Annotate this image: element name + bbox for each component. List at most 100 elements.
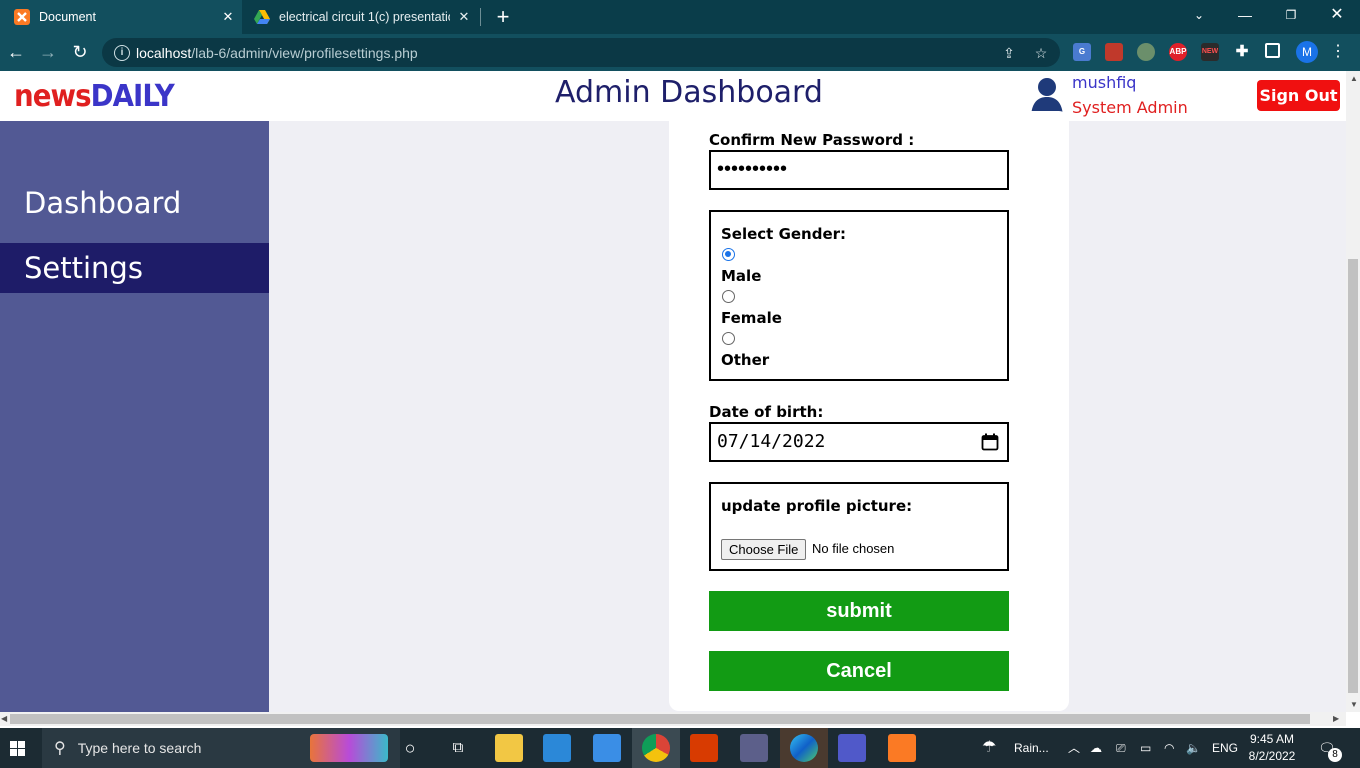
address-bar[interactable]: i localhost/lab-6/admin/view/profilesett… [102, 38, 1060, 67]
sign-out-button[interactable]: Sign Out [1257, 80, 1340, 111]
close-tab-icon[interactable]: ✕ [450, 9, 478, 25]
clock-time: 9:45 AM [1249, 732, 1295, 746]
weather-icon[interactable]: ☂ [982, 728, 996, 768]
confirm-password-field[interactable]: •••••••••• [709, 150, 1009, 190]
calendar-icon[interactable] [981, 433, 999, 451]
share-icon[interactable]: ⇪ [1000, 45, 1018, 61]
gender-radio-male[interactable] [722, 248, 735, 261]
chrome-icon[interactable] [642, 734, 670, 762]
cancel-button[interactable]: Cancel [709, 651, 1009, 691]
search-placeholder: Type here to search [77, 740, 202, 756]
app-icon[interactable] [740, 734, 768, 762]
scroll-down-icon[interactable]: ▼ [1350, 700, 1358, 709]
dob-value: 07/14/2022 [717, 431, 826, 452]
scroll-up-icon[interactable]: ▲ [1350, 74, 1358, 83]
restore-icon[interactable]: ❐ [1268, 0, 1314, 34]
new-tab-icon[interactable]: + [492, 4, 514, 30]
search-highlight-icon [310, 734, 388, 762]
gender-radio-female[interactable] [722, 290, 735, 303]
gender-label: Select Gender: [721, 225, 847, 243]
weather-text[interactable]: Rain... [1014, 728, 1049, 768]
mail-icon[interactable] [593, 734, 621, 762]
windows-start-icon[interactable] [0, 728, 36, 768]
sidebar-item-settings[interactable]: Settings [0, 243, 269, 293]
tab-presentation[interactable]: electrical circuit 1(c) presentation ✕ [242, 0, 478, 34]
notification-count: 8 [1328, 748, 1342, 762]
site-logo[interactable]: newsDAILY [14, 79, 175, 114]
battery-icon[interactable]: ▭ [1140, 728, 1151, 768]
language-indicator[interactable]: ENG [1212, 728, 1238, 768]
logo-news: news [14, 79, 92, 114]
scroll-right-icon[interactable]: ▶ [1333, 714, 1339, 723]
side-panel-icon[interactable] [1265, 43, 1280, 58]
submit-button[interactable]: submit [709, 591, 1009, 631]
adblock-icon[interactable]: ABP [1169, 43, 1187, 61]
system-clock[interactable]: 9:45 AM 8/2/2022 [1240, 731, 1304, 765]
minimize-icon[interactable]: — [1222, 0, 1268, 34]
dob-input[interactable]: 07/14/2022 [709, 422, 1009, 462]
windows-taskbar: ⚲ Type here to search ○ ⧉ ☂ Rain... ︿ ☁ … [0, 728, 1360, 768]
close-window-icon[interactable]: ✕ [1314, 0, 1360, 34]
google-drive-icon [254, 10, 270, 24]
adblock-label: ABP [1169, 47, 1187, 56]
gender-radio-other[interactable] [722, 332, 735, 345]
tab-separator [480, 8, 481, 26]
xampp-icon[interactable] [888, 734, 916, 762]
meet-now-icon[interactable]: ⎚ [1116, 728, 1126, 768]
browser-toolbar: ← → ↻ i localhost/lab-6/admin/view/profi… [0, 34, 1360, 71]
onedrive-icon[interactable]: ☁ [1090, 728, 1102, 768]
browser-tab-strip: Document ✕ electrical circuit 1(c) prese… [0, 0, 1360, 34]
tab-document[interactable]: Document ✕ [0, 0, 242, 34]
profile-avatar[interactable]: M [1296, 41, 1318, 63]
url-host: localhost [136, 44, 192, 61]
forward-icon[interactable]: → [32, 34, 64, 71]
new-label: NEW [1201, 48, 1219, 55]
owl-icon[interactable] [1137, 43, 1155, 61]
close-tab-icon[interactable]: ✕ [214, 9, 242, 25]
volume-icon[interactable]: 🔈 [1186, 728, 1201, 768]
horizontal-scroll-thumb[interactable] [10, 714, 1310, 724]
user-role: System Admin [1072, 98, 1188, 117]
gender-option-male: Male [721, 267, 762, 285]
taskbar-search[interactable]: ⚲ Type here to search [42, 728, 400, 768]
site-info-icon[interactable]: i [114, 44, 130, 61]
user-avatar-icon [1031, 78, 1063, 116]
dob-label: Date of birth: [709, 403, 824, 421]
reload-icon[interactable]: ↻ [64, 34, 96, 71]
tab-title: electrical circuit 1(c) presentation [279, 10, 450, 24]
confirm-password-label: Confirm New Password : [709, 131, 915, 149]
sidebar-item-dashboard[interactable]: Dashboard [0, 178, 269, 228]
new-icon[interactable]: NEW [1201, 43, 1219, 61]
no-file-text: No file chosen [812, 541, 895, 556]
scroll-left-icon[interactable]: ◀ [1, 714, 7, 723]
search-icon: ⚲ [54, 740, 66, 757]
wifi-icon[interactable]: ◠ [1164, 728, 1174, 768]
choose-file-button[interactable]: Choose File [721, 539, 807, 560]
file-explorer-icon[interactable] [495, 734, 523, 762]
page-content: newsDAILY Admin Dashboard mushfiq System… [0, 71, 1346, 712]
gender-option-other: Other [721, 351, 770, 369]
tab-title: Document [39, 10, 96, 24]
chevron-up-icon[interactable]: ︿ [1068, 728, 1080, 768]
menu-icon[interactable]: ⋮ [1322, 34, 1354, 71]
translate-icon[interactable]: G [1073, 43, 1091, 61]
tab-search-icon[interactable]: ⌄ [1176, 0, 1222, 34]
xampp-favicon-icon [14, 9, 30, 25]
picture-label: update profile picture: [721, 497, 913, 515]
url-path: /lab-6/admin/view/profilesettings.php [191, 44, 418, 61]
gender-fieldset: Select Gender: Male Female Other [709, 210, 1009, 381]
logo-daily: DAILY [90, 79, 175, 114]
gender-option-female: Female [721, 309, 782, 327]
page-title: Admin Dashboard [555, 75, 823, 110]
task-view-icon[interactable]: ⧉ [444, 734, 472, 762]
edge-icon[interactable] [790, 734, 818, 762]
back-icon[interactable]: ← [0, 34, 32, 71]
office-icon[interactable] [690, 734, 718, 762]
bookmark-icon[interactable] [1105, 43, 1123, 61]
microsoft-store-icon[interactable] [543, 734, 571, 762]
bookmark-star-icon[interactable]: ☆ [1032, 45, 1050, 61]
cortana-icon[interactable]: ○ [396, 734, 424, 762]
teams-icon[interactable] [838, 734, 866, 762]
puzzle-icon[interactable]: ✚ [1233, 43, 1251, 61]
vertical-scroll-thumb[interactable] [1348, 259, 1358, 693]
